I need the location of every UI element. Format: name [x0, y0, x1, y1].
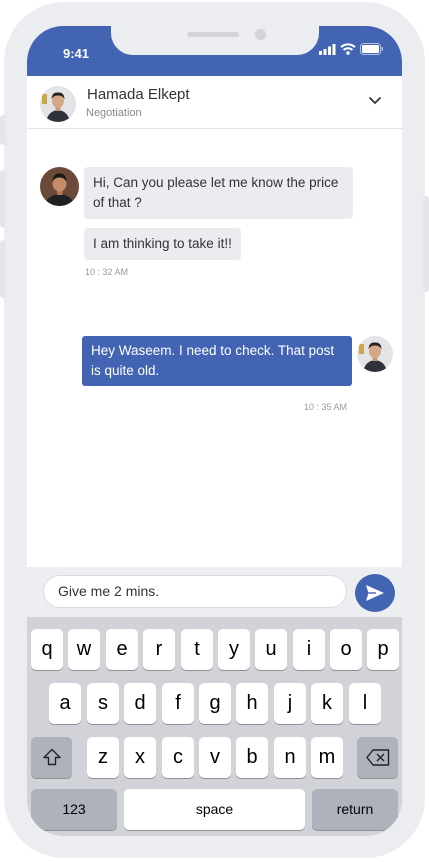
- backspace-key[interactable]: [357, 737, 398, 778]
- key-e[interactable]: e: [106, 629, 138, 670]
- send-button[interactable]: [355, 574, 395, 612]
- key-f[interactable]: f: [162, 683, 194, 724]
- volume-down-button: [0, 240, 6, 298]
- key-h[interactable]: h: [236, 683, 268, 724]
- key-v[interactable]: v: [199, 737, 231, 778]
- key-o[interactable]: o: [330, 629, 362, 670]
- avatar-image: [40, 167, 79, 206]
- wifi-icon: [340, 43, 356, 55]
- mute-switch: [0, 115, 6, 145]
- status-bar: 9:41: [27, 26, 402, 76]
- battery-icon: [360, 43, 383, 55]
- status-time: 9:41: [63, 46, 90, 61]
- key-b[interactable]: b: [236, 737, 268, 778]
- phone-screen: 9:41 Hamada Elkept Negotiation Hi, Can y…: [27, 26, 402, 836]
- key-n[interactable]: n: [274, 737, 306, 778]
- message-input[interactable]: Give me 2 mins.: [43, 575, 347, 608]
- avatar-image: [357, 336, 393, 372]
- outgoing-message-bubble: Hey Waseem. I need to check. That post i…: [82, 336, 352, 386]
- incoming-message-bubble: I am thinking to take it!!: [84, 228, 241, 260]
- status-icons: [319, 43, 384, 55]
- volume-up-button: [0, 170, 6, 228]
- composer-bar: Give me 2 mins.: [27, 567, 402, 617]
- signal-icon: [319, 43, 336, 55]
- message-timestamp: 10 : 32 AM: [85, 267, 129, 277]
- key-u[interactable]: u: [255, 629, 287, 670]
- key-a[interactable]: a: [49, 683, 81, 724]
- incoming-message-bubble: Hi, Can you please let me know the price…: [84, 167, 353, 219]
- key-t[interactable]: t: [181, 629, 213, 670]
- sender-avatar: [40, 167, 79, 206]
- key-s[interactable]: s: [87, 683, 119, 724]
- speaker: [187, 32, 239, 37]
- contact-name: Hamada Elkept: [87, 86, 190, 103]
- return-key[interactable]: return: [312, 789, 398, 830]
- key-y[interactable]: y: [218, 629, 250, 670]
- front-camera: [255, 29, 266, 40]
- key-i[interactable]: i: [293, 629, 325, 670]
- key-q[interactable]: q: [31, 629, 63, 670]
- message-timestamp: 10 : 35 AM: [304, 402, 348, 412]
- key-k[interactable]: k: [311, 683, 343, 724]
- key-r[interactable]: r: [143, 629, 175, 670]
- key-j[interactable]: j: [274, 683, 306, 724]
- key-x[interactable]: x: [124, 737, 156, 778]
- key-c[interactable]: c: [162, 737, 194, 778]
- numbers-key[interactable]: 123: [31, 789, 117, 830]
- chevron-down-icon[interactable]: [368, 96, 382, 105]
- power-button: [423, 196, 429, 292]
- space-key[interactable]: space: [124, 789, 305, 830]
- notch: [111, 26, 319, 55]
- chat-header[interactable]: Hamada Elkept Negotiation: [27, 76, 402, 129]
- key-l[interactable]: l: [349, 683, 381, 724]
- key-w[interactable]: w: [68, 629, 100, 670]
- keyboard-area: Give me 2 mins. q w e r t y u i o p a s …: [27, 567, 402, 836]
- key-m[interactable]: m: [311, 737, 343, 778]
- contact-avatar[interactable]: [40, 86, 76, 122]
- shift-icon: [42, 748, 61, 766]
- my-avatar: [357, 336, 393, 372]
- shift-key[interactable]: [31, 737, 72, 778]
- key-g[interactable]: g: [199, 683, 231, 724]
- key-p[interactable]: p: [367, 629, 399, 670]
- backspace-icon: [365, 749, 389, 766]
- key-z[interactable]: z: [87, 737, 119, 778]
- send-icon: [366, 585, 384, 601]
- avatar-image: [40, 86, 76, 122]
- chat-subtitle: Negotiation: [86, 107, 142, 119]
- key-d[interactable]: d: [124, 683, 156, 724]
